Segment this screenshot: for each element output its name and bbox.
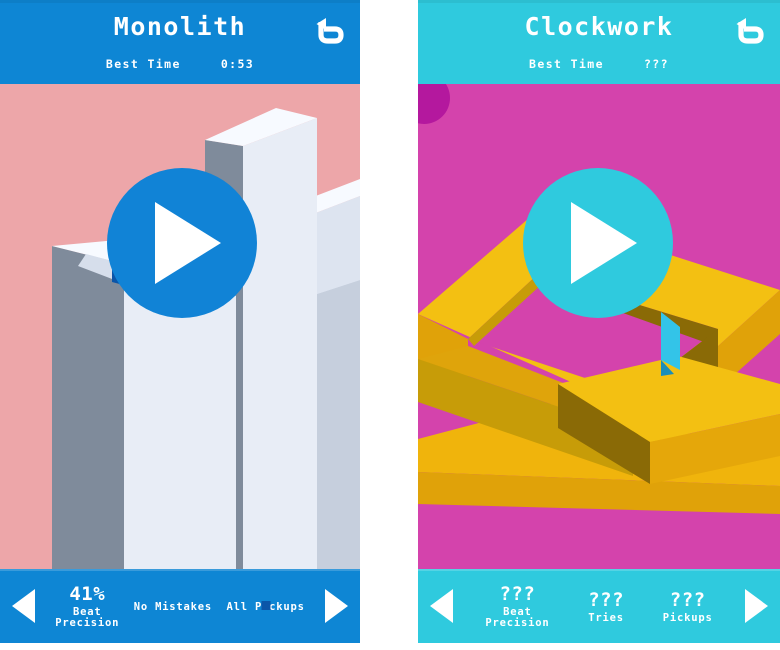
stat-label: Beat Precision [485, 605, 550, 630]
tower-right-short [317, 270, 360, 569]
stat-value: 41% [69, 583, 106, 606]
undo-arrow-icon [316, 18, 344, 44]
stat-value: ??? [499, 583, 536, 606]
card-footer: ??? Beat Precision ??? Tries ??? Pickups [418, 569, 780, 643]
stat-label: Tries [588, 611, 624, 624]
header-top-rule [0, 0, 360, 3]
stat-no-mistakes: No Mistakes [134, 598, 212, 613]
monolith-isometric-scene [0, 84, 360, 569]
prev-level-button[interactable] [430, 589, 453, 623]
level-artwork-clockwork [418, 84, 780, 569]
stats-strip: ??? Beat Precision ??? Tries ??? Pickups [466, 569, 732, 643]
header-top-rule [418, 0, 780, 3]
next-level-button[interactable] [325, 589, 348, 623]
stat-beat-precision: 41% Beat Precision [55, 582, 119, 629]
play-button[interactable] [523, 168, 673, 318]
stat-label: No Mistakes [133, 601, 213, 614]
back-button[interactable] [728, 9, 768, 49]
card-header: Clockwork Best Time??? [418, 0, 780, 84]
best-time-value: 0:53 [220, 57, 255, 71]
best-time-row: Best Time??? [418, 57, 780, 71]
undo-arrow-icon [736, 18, 764, 44]
level-artwork-monolith [0, 84, 360, 569]
stat-label: Pickups [662, 611, 713, 624]
back-button[interactable] [308, 9, 348, 49]
stat-all-pickups: All Pickups [226, 598, 304, 613]
prev-level-button[interactable] [12, 589, 35, 623]
pickup-badge-icon [261, 601, 271, 611]
card-header: Monolith Best Time 0:53 [0, 0, 360, 84]
play-icon [155, 202, 221, 284]
best-time-label: Best Time [105, 57, 181, 71]
clockwork-isometric-scene [418, 84, 780, 569]
best-time-label: Best Time [529, 57, 604, 71]
stat-value: ??? [588, 589, 625, 612]
page-title: Clockwork [524, 12, 674, 41]
card-footer: 41% Beat Precision No Mistakes All Picku… [0, 569, 360, 643]
stat-label: Beat Precision [55, 605, 120, 630]
play-icon [571, 202, 637, 284]
best-time-value: ??? [643, 57, 669, 71]
best-time-row: Best Time 0:53 [0, 57, 360, 71]
stats-strip: 41% Beat Precision No Mistakes All Picku… [48, 569, 312, 643]
stat-pickups: ??? Pickups [663, 588, 713, 624]
page-title: Monolith [113, 12, 247, 41]
play-button[interactable] [107, 168, 257, 318]
stat-beat-precision: ??? Beat Precision [485, 582, 549, 629]
next-level-button[interactable] [745, 589, 768, 623]
stat-value: ??? [669, 589, 706, 612]
stat-tries: ??? Tries [588, 588, 624, 624]
level-card-monolith: Monolith Best Time 0:53 41% Beat Precisi… [0, 0, 360, 643]
level-card-clockwork: Clockwork Best Time??? ??? Beat Precisio… [418, 0, 780, 643]
